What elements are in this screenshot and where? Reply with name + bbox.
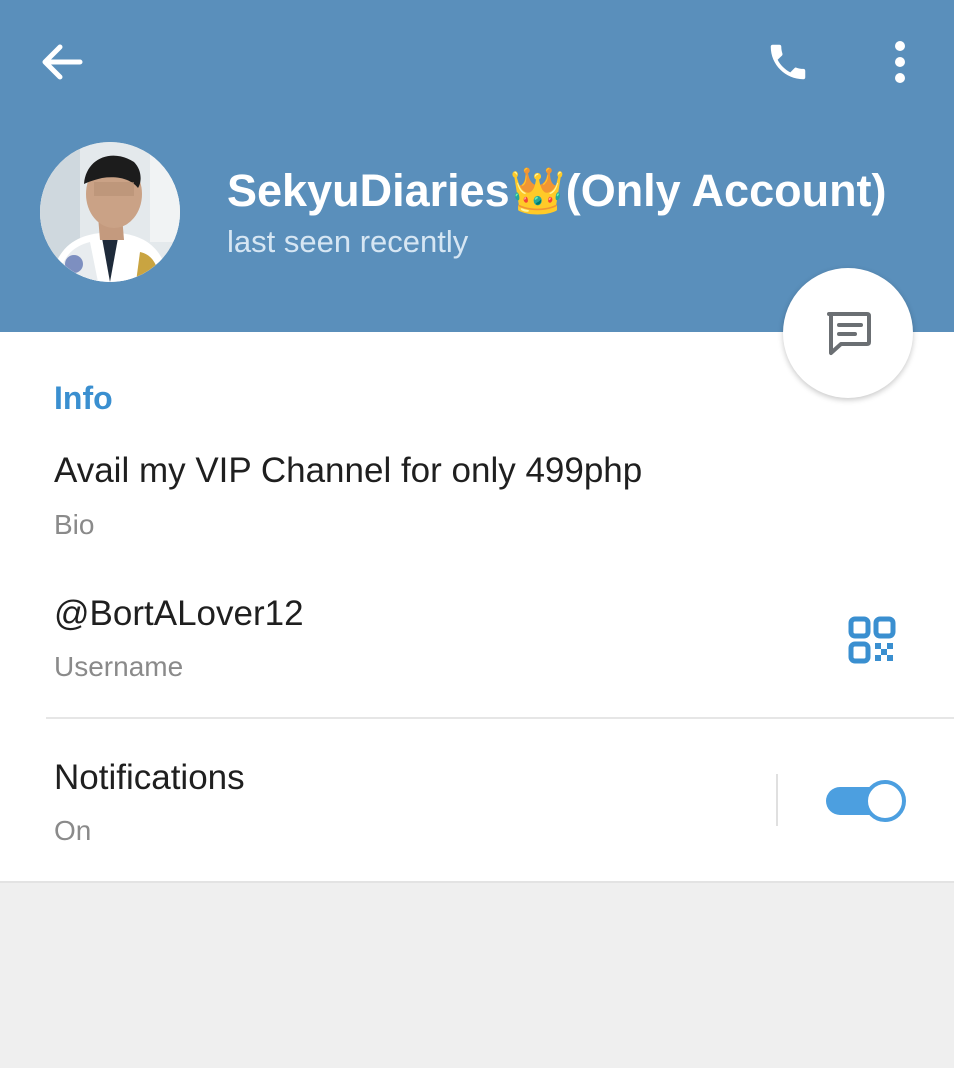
avatar[interactable] <box>40 142 180 282</box>
divider <box>46 717 954 719</box>
username-label: Username <box>54 651 184 682</box>
notifications-toggle[interactable] <box>824 780 906 822</box>
notifications-title[interactable]: Notifications <box>54 758 245 798</box>
toggle-knob <box>864 780 906 822</box>
vertical-separator <box>776 774 778 826</box>
qr-code-icon <box>848 616 896 664</box>
send-message-button[interactable] <box>783 268 913 398</box>
bio-value[interactable]: Avail my VIP Channel for only 499php <box>54 451 642 491</box>
back-button[interactable] <box>30 30 94 94</box>
info-section-title: Info <box>54 380 113 416</box>
last-seen-status: last seen recently <box>227 224 469 259</box>
username-value[interactable]: @BortALover12 <box>54 594 304 634</box>
arrow-left-icon <box>42 44 83 80</box>
qr-code-button[interactable] <box>846 614 898 666</box>
avatar-photo <box>40 142 180 282</box>
message-icon <box>827 312 871 355</box>
more-options-button[interactable] <box>870 30 930 94</box>
more-vertical-icon <box>895 41 905 83</box>
bio-label: Bio <box>54 509 95 540</box>
notifications-status: On <box>54 815 92 846</box>
call-button[interactable] <box>756 30 820 94</box>
profile-name: SekyuDiaries👑(Only Account) <box>227 165 887 216</box>
phone-icon <box>770 44 806 80</box>
